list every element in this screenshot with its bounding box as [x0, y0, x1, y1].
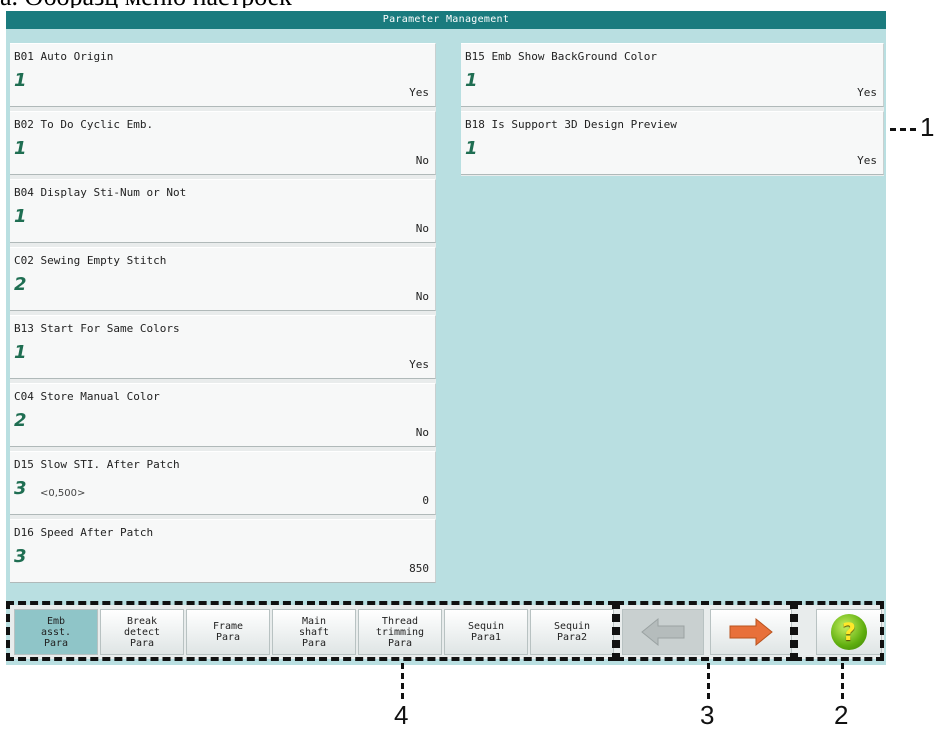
parameter-tab[interactable]: Frame Para [186, 609, 270, 655]
parameter-row[interactable]: D16 Speed After Patch 3 850 [10, 519, 436, 583]
parameter-row[interactable]: D15 Slow STI. After Patch 3 <0,500> 0 [10, 451, 436, 515]
parameter-row[interactable]: C02 Sewing Empty Stitch 2 No [10, 247, 436, 311]
parameter-name: C02 Sewing Empty Stitch [14, 254, 167, 267]
parameter-row[interactable]: C04 Store Manual Color 2 No [10, 383, 436, 447]
parameter-tab[interactable]: Sequin Para1 [444, 609, 528, 655]
parameter-row[interactable]: B01 Auto Origin 1 Yes [10, 43, 436, 107]
parameter-row[interactable]: B02 To Do Cyclic Emb. 1 No [10, 111, 436, 175]
parameter-name: B02 To Do Cyclic Emb. [14, 118, 154, 131]
left-parameter-list: B01 Auto Origin 1 Yes B02 To Do Cyclic Emb.… [10, 43, 436, 583]
parameter-name: B04 Display Sti-Num or Not [14, 186, 187, 199]
parameter-level: 2 [14, 410, 27, 431]
leader-line-4 [401, 663, 404, 699]
parameter-tab[interactable]: Break detect Para [100, 609, 184, 655]
window-title: Parameter Management [6, 11, 886, 29]
bottom-toolbar: Emb asst. Para Break detect Para Frame Par… [10, 605, 884, 659]
parameter-name: B15 Emb Show BackGround Color [465, 50, 658, 63]
help-icon: ? [831, 614, 867, 650]
document-caption: а. Оборазц меню настроек [0, 0, 340, 8]
parameter-level: 3 [14, 478, 27, 499]
parameter-range: <0,500> [40, 488, 86, 499]
parameter-level: 1 [14, 70, 27, 91]
parameter-screen: Parameter Management B01 Auto Origin 1 Yes… [6, 11, 886, 665]
parameter-name: B13 Start For Same Colors [14, 322, 180, 335]
leader-line-3 [707, 663, 710, 699]
parameter-value: Yes [409, 86, 429, 99]
parameter-tab[interactable]: Main shaft Para [272, 609, 356, 655]
parameter-value: No [415, 222, 429, 235]
parameter-level: 1 [14, 138, 27, 159]
parameter-value: No [415, 426, 429, 439]
parameter-row[interactable]: B18 Is Support 3D Design Preview 1 Yes [461, 111, 884, 175]
callout-4: 4 [394, 700, 409, 730]
parameter-name: B18 Is Support 3D Design Preview [465, 118, 677, 131]
parameter-name: D15 Slow STI. After Patch [14, 458, 180, 471]
parameter-name: B01 Auto Origin [14, 50, 114, 63]
leader-line-1 [890, 128, 916, 131]
parameter-value: 0 [422, 494, 429, 507]
callout-3: 3 [700, 700, 715, 730]
parameter-row[interactable]: B15 Emb Show BackGround Color 1 Yes [461, 43, 884, 107]
leader-line-2 [841, 663, 844, 699]
parameter-row[interactable]: B13 Start For Same Colors 1 Yes [10, 315, 436, 379]
arrow-right-icon [729, 617, 773, 647]
parameter-name: D16 Speed After Patch [14, 526, 154, 539]
parameter-tab[interactable]: Thread trimming Para [358, 609, 442, 655]
callout-2: 2 [834, 700, 849, 730]
parameter-value: 850 [409, 562, 429, 575]
help-button[interactable]: ? [816, 609, 882, 655]
parameter-level: 1 [14, 342, 27, 363]
parameter-level: 1 [465, 138, 478, 159]
parameter-level: 2 [14, 274, 27, 295]
next-page-button[interactable] [710, 609, 792, 655]
arrow-left-icon [641, 617, 685, 647]
parameter-value: Yes [857, 154, 877, 167]
callout-1: 1 [920, 112, 935, 142]
parameter-value: No [415, 290, 429, 303]
parameter-value: No [415, 154, 429, 167]
parameter-value: Yes [409, 358, 429, 371]
parameter-tab[interactable]: Emb asst. Para [14, 609, 98, 655]
parameter-name: C04 Store Manual Color [14, 390, 160, 403]
parameter-row[interactable]: B04 Display Sti-Num or Not 1 No [10, 179, 436, 243]
parameter-value: Yes [857, 86, 877, 99]
parameter-level: 3 [14, 546, 27, 567]
previous-page-button[interactable] [622, 609, 704, 655]
parameter-level: 1 [465, 70, 478, 91]
right-parameter-list: B15 Emb Show BackGround Color 1 Yes B18 Is … [461, 43, 884, 176]
parameter-level: 1 [14, 206, 27, 227]
parameter-tab[interactable]: Sequin Para2 [530, 609, 614, 655]
